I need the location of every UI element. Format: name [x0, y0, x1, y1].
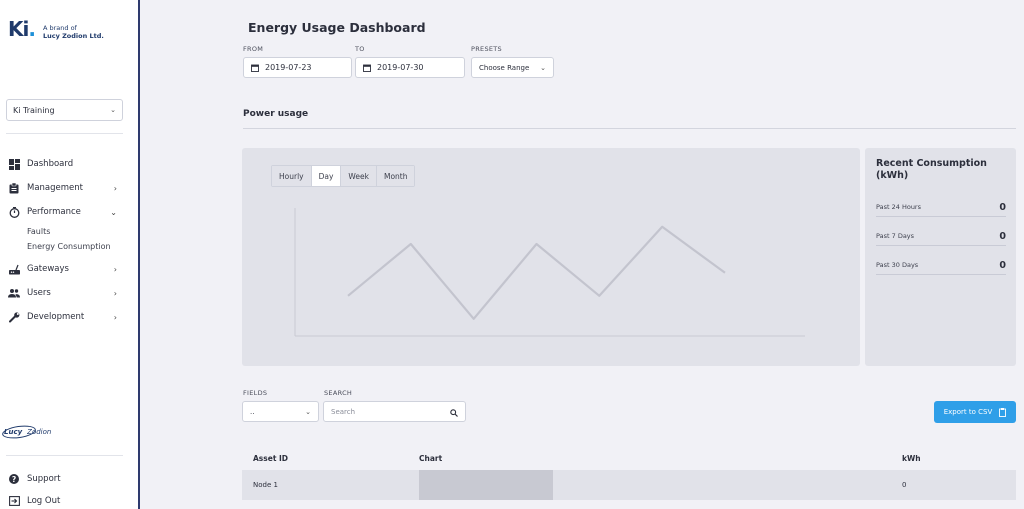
clipboard-icon: [999, 407, 1007, 417]
search-input[interactable]: [331, 407, 441, 416]
dashboard-icon: [8, 158, 20, 170]
sidebar-divider: [6, 455, 123, 456]
column-header-kwh[interactable]: kWh: [902, 454, 921, 463]
brand-tagline: A brand of Lucy Zodion Ltd.: [42, 24, 104, 40]
sidebar-nav: Dashboard Management › Performance ⌄ Fau…: [8, 152, 123, 329]
wrench-icon: [8, 311, 20, 323]
router-icon: [8, 263, 20, 275]
recent-consumption-title: Recent Consumption (kWh): [876, 158, 987, 181]
lucy-zodion-logo: Lucy Zodion: [4, 428, 52, 436]
chevron-down-icon: ⌄: [540, 63, 546, 72]
consumption-row-24h: Past 24 Hours 0: [876, 198, 1006, 217]
section-title-power-usage: Power usage: [243, 109, 309, 119]
sidebar-item-label: Dashboard: [27, 159, 74, 169]
sidebar-item-development[interactable]: Development ›: [8, 305, 123, 329]
organisation-select-value: Ki Training: [13, 105, 55, 115]
to-label: TO: [355, 45, 365, 53]
sidebar-divider: [6, 133, 123, 134]
chevron-down-icon: ⌄: [305, 407, 311, 416]
svg-text:?: ?: [12, 475, 16, 484]
clipboard-icon: [8, 182, 20, 194]
from-date-value: 2019-07-23: [265, 63, 312, 72]
column-header-asset-id[interactable]: Asset ID: [253, 454, 288, 463]
brand-logo[interactable]: Ki. A brand of Lucy Zodion Ltd.: [8, 18, 104, 40]
search-label: SEARCH: [324, 389, 353, 397]
presets-select-value: Choose Range: [479, 63, 530, 72]
stopwatch-icon: [8, 206, 20, 218]
chevron-right-icon: ›: [113, 312, 117, 322]
sidebar-subitem-faults[interactable]: Faults: [8, 224, 123, 239]
sidebar: Ki. A brand of Lucy Zodion Ltd. Ki Train…: [0, 0, 140, 509]
presets-label: PRESETS: [471, 45, 502, 53]
fields-select-value: ..: [250, 407, 255, 416]
to-date-input[interactable]: 2019-07-30: [355, 57, 465, 78]
sidebar-item-management[interactable]: Management ›: [8, 176, 123, 200]
section-divider: [243, 128, 1016, 129]
ki-logo: Ki.: [8, 17, 36, 41]
chevron-down-icon: ⌄: [110, 207, 117, 217]
chevron-right-icon: ›: [113, 264, 117, 274]
sidebar-item-gateways[interactable]: Gateways ›: [8, 257, 123, 281]
logout-link[interactable]: Log Out: [8, 495, 60, 507]
search-icon[interactable]: [450, 402, 458, 421]
sidebar-item-users[interactable]: Users ›: [8, 281, 123, 305]
to-date-value: 2019-07-30: [377, 63, 424, 72]
column-header-chart[interactable]: Chart: [419, 454, 442, 463]
consumption-row-30d: Past 30 Days 0: [876, 256, 1006, 275]
export-csv-label: Export to CSV: [943, 408, 993, 416]
export-csv-button[interactable]: Export to CSV: [934, 401, 1016, 423]
sidebar-item-label: Users: [27, 288, 51, 298]
support-link[interactable]: ? Support: [8, 473, 61, 485]
search-box: [323, 401, 466, 422]
fields-label: FIELDS: [243, 389, 268, 397]
table-row[interactable]: Node 1 0: [242, 470, 1016, 500]
calendar-icon: [363, 64, 371, 72]
chevron-down-icon: ⌄: [110, 106, 116, 114]
power-usage-chart-panel: Hourly Day Week Month: [242, 148, 860, 366]
sidebar-item-label: Management: [27, 183, 83, 193]
help-icon: ?: [8, 473, 20, 485]
sidebar-item-label: Performance: [27, 207, 81, 217]
sidebar-subitem-energy-consumption[interactable]: Energy Consumption: [8, 239, 123, 254]
chevron-right-icon: ›: [113, 183, 117, 193]
from-label: FROM: [243, 45, 264, 53]
chevron-right-icon: ›: [113, 288, 117, 298]
calendar-icon: [251, 64, 259, 72]
sidebar-item-performance[interactable]: Performance ⌄: [8, 200, 123, 224]
recent-consumption-panel: Recent Consumption (kWh) Past 24 Hours 0…: [865, 148, 1016, 366]
presets-select[interactable]: Choose Range ⌄: [471, 57, 554, 78]
sidebar-item-label: Development: [27, 312, 85, 322]
sidebar-item-dashboard[interactable]: Dashboard: [8, 152, 123, 176]
from-date-input[interactable]: 2019-07-23: [243, 57, 352, 78]
fields-select[interactable]: .. ⌄: [242, 401, 319, 422]
table-header: Asset ID Chart kWh: [242, 448, 1016, 468]
cell-chart-sparkline: [419, 470, 553, 500]
sidebar-item-label: Gateways: [27, 264, 69, 274]
consumption-row-7d: Past 7 Days 0: [876, 227, 1006, 246]
users-icon: [8, 287, 20, 299]
chart-series-line-0: [347, 225, 726, 320]
organisation-select[interactable]: Ki Training ⌄: [6, 99, 123, 121]
page-title: Energy Usage Dashboard: [248, 20, 426, 35]
power-usage-chart: [294, 208, 805, 337]
cell-kwh: 0: [902, 481, 907, 489]
cell-asset-id: Node 1: [253, 481, 278, 489]
logout-icon: [8, 495, 20, 507]
